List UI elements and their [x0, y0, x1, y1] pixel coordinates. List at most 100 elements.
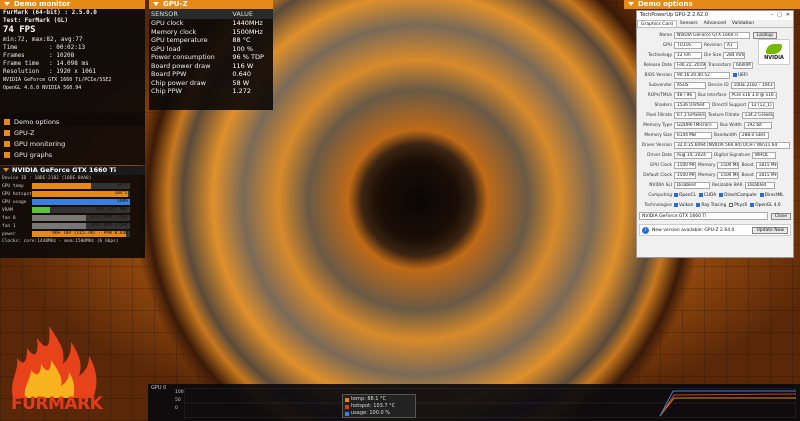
- tab-sensors[interactable]: Sensors: [677, 20, 701, 27]
- metric-bar: 104°C: [32, 191, 130, 197]
- demo-options-title: Demo options: [638, 0, 693, 8]
- stat-key: Frame time: [3, 60, 40, 67]
- hotspot-series-line: [659, 393, 796, 417]
- boost-field: 1815 MHz: [755, 161, 778, 169]
- collapse-icon: [4, 2, 10, 6]
- label-die-size: Die Size: [704, 52, 722, 58]
- checkbox-icon: [733, 73, 737, 77]
- check-directcompute[interactable]: DirectCompute: [719, 192, 757, 198]
- stat-value: : 14.098 ms: [49, 60, 89, 67]
- sensor-row: GPU temperature 88 °C: [149, 36, 273, 45]
- tab-advanced[interactable]: Advanced: [701, 20, 729, 27]
- check-opencl[interactable]: OpenCL: [674, 193, 696, 198]
- gpu-selector-row: NVIDIA GeForce GTX 1660 Ti Close: [639, 212, 791, 220]
- sensor-row: Chip power draw 58 W: [149, 79, 273, 88]
- check-directml[interactable]: DirectML: [759, 193, 784, 198]
- metric-label: GPU hotspot: [2, 191, 32, 197]
- checkbox-icon: [729, 203, 734, 207]
- directx-field: 12 (12_1): [748, 101, 775, 109]
- update-now-button[interactable]: Update Now: [752, 226, 788, 234]
- lookup-button[interactable]: Lookup: [753, 31, 778, 39]
- sensor-name: Board PPW: [151, 70, 187, 79]
- check-physx[interactable]: PhysX: [729, 203, 747, 208]
- gpu-select-dropdown[interactable]: NVIDIA GeForce GTX 1660 Ti: [639, 212, 768, 220]
- test-name: Test: FurMark (GL): [3, 17, 69, 24]
- graph-legend: temp: 88.1 °C hotspot: 103.7 °C usage: 100…: [342, 394, 416, 418]
- legend-entry: temp: 88.1 °C: [345, 396, 413, 403]
- option-gpu-graphs[interactable]: GPU graphs: [0, 149, 145, 160]
- sensor-name: Memory clock: [151, 27, 197, 36]
- sensor-value: 58 W: [232, 78, 250, 87]
- sensor-row: Chip PPW 1.272: [149, 87, 273, 96]
- demo-monitor-title: Demo monitor: [14, 0, 71, 8]
- gpuz-titlebar[interactable]: TechPowerUp GPU-Z 2.62.0 – □ ✕: [637, 11, 793, 20]
- metric-bar: 4473 RPM (55%): [32, 215, 130, 221]
- sensor-name: Chip PPW: [151, 87, 182, 96]
- gpu-clocks: Clocks: core:1440MHz - mem:1500MHz (6 Gb…: [2, 239, 119, 244]
- check-label: DirectCompute: [724, 192, 757, 198]
- checkbox-icon: [674, 203, 678, 207]
- tab-validation[interactable]: Validation: [729, 20, 757, 27]
- col-value: VALUE: [230, 9, 273, 19]
- sensor-value: 1500MHz: [232, 27, 263, 36]
- demo-monitor-panel: Demo monitor FurMark (64-bit) : 2.5.0.0 …: [0, 0, 145, 126]
- minimize-icon[interactable]: –: [771, 11, 774, 20]
- label-default-memory: Memory: [698, 172, 716, 178]
- sensor-name: Board power draw: [151, 61, 211, 70]
- label-bus: Bus Interface: [698, 92, 727, 98]
- sensor-name: Power consumption: [151, 53, 215, 62]
- demo-options-header[interactable]: Demo options: [624, 0, 800, 9]
- check-cuda[interactable]: CUDA: [698, 193, 716, 198]
- close-button[interactable]: Close: [770, 212, 791, 220]
- label-bandwidth: Bandwidth: [714, 132, 737, 138]
- label-driver-date: Driver Date: [647, 152, 672, 158]
- option-gpu-z[interactable]: GPU-Z: [0, 127, 145, 138]
- gpuz-panel-header[interactable]: GPU-Z: [149, 0, 273, 9]
- sensor-name: Chip power draw: [151, 78, 206, 87]
- option-demo-options[interactable]: Demo options: [0, 116, 145, 127]
- transistors-field: 6600M: [733, 61, 754, 69]
- check-ray-tracing[interactable]: Ray Tracing: [696, 203, 726, 208]
- maximize-icon[interactable]: □: [777, 11, 782, 20]
- driver-date-field: Aug 14, 2024: [674, 151, 712, 159]
- temp-series-line: [659, 397, 796, 417]
- metric-label: GPU temp: [2, 183, 24, 189]
- device-id-field: 10DE 2182 - 1043 86A0: [730, 81, 775, 89]
- label-directx: DirectX Support: [712, 102, 747, 108]
- sensor-value: 1.272: [232, 87, 251, 96]
- check-label: Ray Tracing: [701, 202, 727, 208]
- gpuz-panel-title: GPU-Z: [163, 0, 188, 8]
- uefi-checkbox[interactable]: UEFI: [733, 73, 748, 78]
- tick-50: 50: [175, 398, 181, 403]
- close-icon[interactable]: ✕: [786, 11, 790, 20]
- label-rops: ROPs/TMUs: [647, 92, 672, 98]
- bus-width-field: 192 bit: [743, 121, 772, 129]
- bandwidth-field: 288.0 GB/s: [738, 131, 769, 139]
- legend-text: hotspot: 103.7 °C: [351, 403, 396, 409]
- memory-clock-field: 1500 MHz: [717, 161, 740, 169]
- collapse-icon: [628, 2, 634, 6]
- gpu-monitor-row: VRAM 18% (857 MB): [0, 206, 145, 214]
- sensor-name: GPU load: [151, 44, 181, 53]
- label-technologies: Technologies: [644, 202, 672, 208]
- label-technology: Technology: [647, 52, 672, 58]
- label-memory-type: Memory Type: [643, 122, 672, 128]
- demo-monitor-header[interactable]: Demo monitor: [0, 0, 145, 9]
- sensor-table: SENSOR VALUE GPU clock 1440MHz Memory cloc…: [149, 9, 273, 96]
- gpu-monitor-row: fan 1 3440 RPM (55%): [0, 222, 145, 230]
- label-bus-width: Bus Width: [720, 122, 742, 128]
- label-boost: Boost: [741, 162, 754, 168]
- metric-bar: 3440 RPM (55%): [32, 223, 130, 229]
- check-vulkan[interactable]: Vulkan: [674, 203, 693, 208]
- gpuz-window: TechPowerUp GPU-Z 2.62.0 – □ ✕ Graphics Ca…: [636, 10, 794, 258]
- option-gpu-monitoring[interactable]: GPU monitoring: [0, 138, 145, 149]
- checkbox-icon: [696, 203, 701, 207]
- fps-minmax: min:72, max:82, avg:77: [3, 36, 83, 43]
- checkbox-icon: [750, 203, 755, 207]
- default-clock-field: 1500 MHz: [674, 171, 696, 179]
- check-label: OpenGL 4.6: [755, 202, 781, 208]
- tab-graphics-card[interactable]: Graphics Card: [637, 20, 677, 27]
- metric-label: fan 0: [2, 215, 16, 221]
- check-opengl-4-6[interactable]: OpenGL 4.6: [750, 202, 781, 208]
- sli-field: Disabled: [674, 181, 710, 189]
